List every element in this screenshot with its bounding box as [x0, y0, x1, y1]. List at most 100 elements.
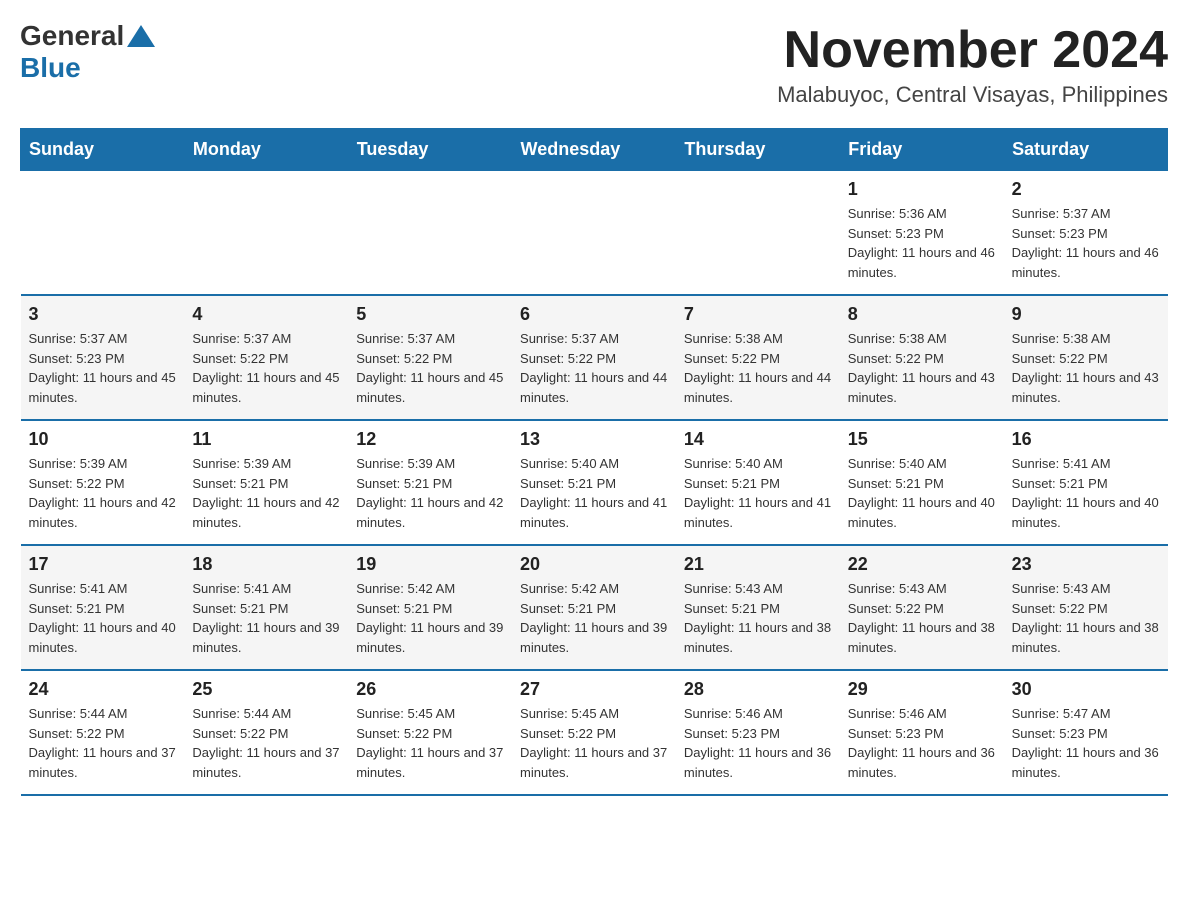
day-info: Sunrise: 5:38 AM Sunset: 5:22 PM Dayligh… [1012, 329, 1160, 407]
day-info: Sunrise: 5:41 AM Sunset: 5:21 PM Dayligh… [192, 579, 340, 657]
day-info: Sunrise: 5:38 AM Sunset: 5:22 PM Dayligh… [848, 329, 996, 407]
logo-blue-text: Blue [20, 52, 81, 84]
logo-general-text: General [20, 20, 124, 52]
calendar-day-cell: 8 Sunrise: 5:38 AM Sunset: 5:22 PM Daylig… [840, 295, 1004, 420]
day-number: 28 [684, 679, 832, 700]
day-info: Sunrise: 5:40 AM Sunset: 5:21 PM Dayligh… [684, 454, 832, 532]
day-number: 23 [1012, 554, 1160, 575]
calendar-day-cell: 2 Sunrise: 5:37 AM Sunset: 5:23 PM Daylig… [1004, 171, 1168, 296]
day-number: 13 [520, 429, 668, 450]
title-area: November 2024 Malabuyoc, Central Visayas… [777, 20, 1168, 108]
day-number: 14 [684, 429, 832, 450]
day-info: Sunrise: 5:47 AM Sunset: 5:23 PM Dayligh… [1012, 704, 1160, 782]
header: General Blue November 2024 Malabuyoc, Ce… [20, 20, 1168, 108]
calendar-week-row: 3Sunrise: 5:37 AM Sunset: 5:23 PM Daylig… [21, 295, 1168, 420]
day-info: Sunrise: 5:40 AM Sunset: 5:21 PM Dayligh… [520, 454, 668, 532]
day-number: 15 [848, 429, 996, 450]
day-number: 10 [29, 429, 177, 450]
calendar-day-cell [512, 171, 676, 296]
day-info: Sunrise: 5:45 AM Sunset: 5:22 PM Dayligh… [356, 704, 504, 782]
calendar-day-cell: 5 Sunrise: 5:37 AM Sunset: 5:22 PM Daylig… [348, 295, 512, 420]
calendar-week-row: 24 Sunrise: 5:44 AM Sunset: 5:22 PM Dayli… [21, 670, 1168, 795]
weekday-header-thursday: Thursday [676, 129, 840, 171]
calendar-week-row: 17 Sunrise: 5:41 AM Sunset: 5:21 PM Dayli… [21, 545, 1168, 670]
day-number: 8 [848, 304, 996, 325]
calendar-day-cell [184, 171, 348, 296]
day-number: 20 [520, 554, 668, 575]
calendar-day-cell: 15Sunrise: 5:40 AM Sunset: 5:21 PM Dayli… [840, 420, 1004, 545]
calendar-day-cell: 13 Sunrise: 5:40 AM Sunset: 5:21 PM Dayli… [512, 420, 676, 545]
calendar-day-cell: 26 Sunrise: 5:45 AM Sunset: 5:22 PM Dayli… [348, 670, 512, 795]
calendar-day-cell: 18 Sunrise: 5:41 AM Sunset: 5:21 PM Dayli… [184, 545, 348, 670]
day-number: 9 [1012, 304, 1160, 325]
day-info: Sunrise: 5:46 AM Sunset: 5:23 PM Dayligh… [848, 704, 996, 782]
day-number: 12 [356, 429, 504, 450]
day-number: 11 [192, 429, 340, 450]
calendar-day-cell: 28 Sunrise: 5:46 AM Sunset: 5:23 PM Dayli… [676, 670, 840, 795]
calendar-day-cell: 30Sunrise: 5:47 AM Sunset: 5:23 PM Dayli… [1004, 670, 1168, 795]
day-info: Sunrise: 5:37 AM Sunset: 5:22 PM Dayligh… [520, 329, 668, 407]
day-info: Sunrise: 5:42 AM Sunset: 5:21 PM Dayligh… [520, 579, 668, 657]
weekday-header-row: SundayMondayTuesdayWednesdayThursdayFrid… [21, 129, 1168, 171]
day-info: Sunrise: 5:39 AM Sunset: 5:21 PM Dayligh… [356, 454, 504, 532]
calendar-day-cell: 11 Sunrise: 5:39 AM Sunset: 5:21 PM Dayli… [184, 420, 348, 545]
calendar-day-cell: 24 Sunrise: 5:44 AM Sunset: 5:22 PM Dayli… [21, 670, 185, 795]
day-number: 6 [520, 304, 668, 325]
logo-triangle-icon [127, 25, 155, 47]
day-info: Sunrise: 5:39 AM Sunset: 5:21 PM Dayligh… [192, 454, 340, 532]
day-number: 1 [848, 179, 996, 200]
day-info: Sunrise: 5:37 AM Sunset: 5:23 PM Dayligh… [1012, 204, 1160, 282]
day-info: Sunrise: 5:44 AM Sunset: 5:22 PM Dayligh… [29, 704, 177, 782]
calendar-day-cell: 4 Sunrise: 5:37 AM Sunset: 5:22 PM Daylig… [184, 295, 348, 420]
calendar-day-cell [348, 171, 512, 296]
calendar-day-cell: 22Sunrise: 5:43 AM Sunset: 5:22 PM Dayli… [840, 545, 1004, 670]
calendar-day-cell: 19 Sunrise: 5:42 AM Sunset: 5:21 PM Dayli… [348, 545, 512, 670]
day-info: Sunrise: 5:41 AM Sunset: 5:21 PM Dayligh… [29, 579, 177, 657]
day-info: Sunrise: 5:42 AM Sunset: 5:21 PM Dayligh… [356, 579, 504, 657]
day-info: Sunrise: 5:37 AM Sunset: 5:22 PM Dayligh… [356, 329, 504, 407]
calendar-day-cell: 17 Sunrise: 5:41 AM Sunset: 5:21 PM Dayli… [21, 545, 185, 670]
calendar-day-cell: 1 Sunrise: 5:36 AM Sunset: 5:23 PM Daylig… [840, 171, 1004, 296]
day-number: 2 [1012, 179, 1160, 200]
weekday-header-saturday: Saturday [1004, 129, 1168, 171]
calendar-day-cell: 27Sunrise: 5:45 AM Sunset: 5:22 PM Dayli… [512, 670, 676, 795]
month-title: November 2024 [777, 20, 1168, 80]
calendar-week-row: 1 Sunrise: 5:36 AM Sunset: 5:23 PM Daylig… [21, 171, 1168, 296]
weekday-header-friday: Friday [840, 129, 1004, 171]
day-number: 5 [356, 304, 504, 325]
calendar-day-cell: 23 Sunrise: 5:43 AM Sunset: 5:22 PM Dayli… [1004, 545, 1168, 670]
day-info: Sunrise: 5:43 AM Sunset: 5:22 PM Dayligh… [848, 579, 996, 657]
calendar-day-cell: 16 Sunrise: 5:41 AM Sunset: 5:21 PM Dayli… [1004, 420, 1168, 545]
day-info: Sunrise: 5:43 AM Sunset: 5:22 PM Dayligh… [1012, 579, 1160, 657]
day-number: 29 [848, 679, 996, 700]
day-number: 16 [1012, 429, 1160, 450]
day-number: 19 [356, 554, 504, 575]
calendar-day-cell: 25 Sunrise: 5:44 AM Sunset: 5:22 PM Dayli… [184, 670, 348, 795]
day-info: Sunrise: 5:39 AM Sunset: 5:22 PM Dayligh… [29, 454, 177, 532]
day-number: 4 [192, 304, 340, 325]
calendar-day-cell [676, 171, 840, 296]
calendar-day-cell: 10 Sunrise: 5:39 AM Sunset: 5:22 PM Dayli… [21, 420, 185, 545]
calendar-day-cell: 7Sunrise: 5:38 AM Sunset: 5:22 PM Daylig… [676, 295, 840, 420]
day-info: Sunrise: 5:44 AM Sunset: 5:22 PM Dayligh… [192, 704, 340, 782]
logo: General Blue [20, 20, 158, 84]
day-number: 3 [29, 304, 177, 325]
day-number: 24 [29, 679, 177, 700]
calendar-day-cell: 20 Sunrise: 5:42 AM Sunset: 5:21 PM Dayli… [512, 545, 676, 670]
day-info: Sunrise: 5:46 AM Sunset: 5:23 PM Dayligh… [684, 704, 832, 782]
day-number: 25 [192, 679, 340, 700]
day-number: 26 [356, 679, 504, 700]
day-number: 17 [29, 554, 177, 575]
day-info: Sunrise: 5:36 AM Sunset: 5:23 PM Dayligh… [848, 204, 996, 282]
calendar-day-cell: 14 Sunrise: 5:40 AM Sunset: 5:21 PM Dayli… [676, 420, 840, 545]
calendar-day-cell: 3Sunrise: 5:37 AM Sunset: 5:23 PM Daylig… [21, 295, 185, 420]
calendar-day-cell: 21Sunrise: 5:43 AM Sunset: 5:21 PM Dayli… [676, 545, 840, 670]
day-info: Sunrise: 5:37 AM Sunset: 5:22 PM Dayligh… [192, 329, 340, 407]
day-info: Sunrise: 5:41 AM Sunset: 5:21 PM Dayligh… [1012, 454, 1160, 532]
calendar-day-cell: 12 Sunrise: 5:39 AM Sunset: 5:21 PM Dayli… [348, 420, 512, 545]
weekday-header-tuesday: Tuesday [348, 129, 512, 171]
day-info: Sunrise: 5:43 AM Sunset: 5:21 PM Dayligh… [684, 579, 832, 657]
calendar-week-row: 10 Sunrise: 5:39 AM Sunset: 5:22 PM Dayli… [21, 420, 1168, 545]
weekday-header-sunday: Sunday [21, 129, 185, 171]
day-number: 18 [192, 554, 340, 575]
